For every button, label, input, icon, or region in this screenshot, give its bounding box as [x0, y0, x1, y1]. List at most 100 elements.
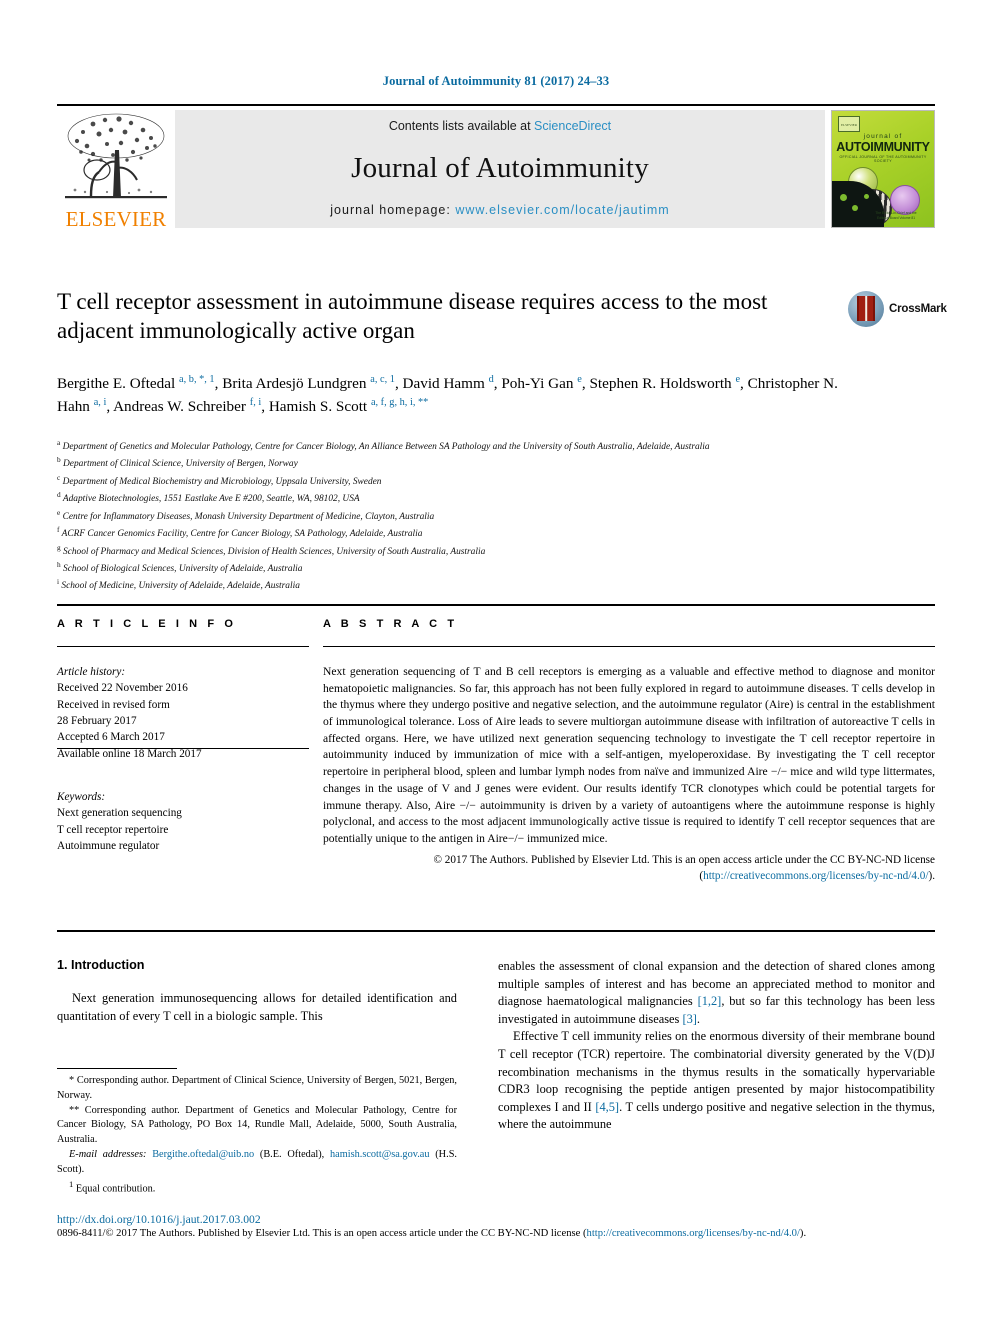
cover-elsevier-badge: ELSEVIER — [838, 116, 860, 132]
affiliation-item: d Adaptive Biotechnologies, 1551 Eastlak… — [57, 489, 887, 506]
keywords-label: Keywords: — [57, 791, 106, 804]
doi-link[interactable]: http://dx.doi.org/10.1016/j.jaut.2017.03… — [57, 1213, 937, 1226]
keyword-1: T cell receptor repertoire — [57, 823, 169, 836]
contents-available-line: Contents lists available at ScienceDirec… — [389, 119, 611, 133]
sciencedirect-link[interactable]: ScienceDirect — [534, 119, 611, 133]
footnote-text-equal: Equal contribution. — [73, 1183, 156, 1195]
cover-dark-speck-2 — [852, 205, 858, 211]
author-name: Brita Ardesjö Lundgren — [222, 375, 371, 393]
cover-line2: AUTOIMMUNITY — [836, 140, 930, 154]
affiliation-text: Department of Clinical Science, Universi… — [60, 459, 298, 470]
affiliation-text: School of Medicine, University of Adelai… — [59, 581, 300, 592]
contents-cell: Contents lists available at ScienceDirec… — [175, 110, 825, 228]
history-item-2: 28 February 2017 — [57, 715, 137, 728]
cover-dark-speck-1 — [840, 194, 847, 201]
cover-dark-speck-3 — [864, 194, 869, 199]
journal-cover-art: ELSEVIER journal of AUTOIMMUNITY OFFICIA… — [831, 110, 935, 228]
running-head: Journal of Autoimmunity 81 (2017) 24–33 — [382, 74, 610, 88]
keywords-block: Keywords: Next generation sequencing T c… — [57, 789, 309, 854]
author-name: Hamish S. Scott — [268, 398, 371, 416]
affiliation-item: g School of Pharmacy and Medical Science… — [57, 542, 887, 559]
affiliation-text: School of Pharmacy and Medical Sciences,… — [60, 546, 486, 557]
issn-prefix: 0896-8411/© 2017 The Authors. Published … — [57, 1228, 587, 1239]
email-label: E-mail addresses: — [69, 1149, 147, 1161]
crossmark-label: CrossMark — [889, 303, 947, 315]
article-info-column: A R T I C L E I N F O Article history: R… — [57, 618, 309, 854]
journal-homepage-line: journal homepage: www.elsevier.com/locat… — [330, 203, 669, 217]
footnote-corresponding-2: ** Corresponding author. Department of G… — [57, 1104, 457, 1148]
elsevier-tree-icon — [65, 113, 167, 199]
issn-suffix: ). — [799, 1228, 807, 1239]
footer-license-link[interactable]: http://creativecommons.org/licenses/by-n… — [587, 1228, 800, 1239]
affiliation-item: b Department of Clinical Science, Univer… — [57, 454, 887, 471]
history-item-3: Accepted 6 March 2017 — [57, 731, 165, 744]
email-link-2[interactable]: hamish.scott@sa.gov.au — [330, 1149, 429, 1160]
article-info-heading: A R T I C L E I N F O — [57, 618, 237, 630]
affiliation-text: Adaptive Biotechnologies, 1551 Eastlake … — [60, 494, 360, 505]
keyword-2: Autoimmune regulator — [57, 840, 160, 853]
affiliation-item: h School of Biological Sciences, Univers… — [57, 559, 887, 576]
crossmark-icon — [848, 291, 884, 327]
citation-ref-4-5[interactable]: [4,5] — [595, 1100, 619, 1114]
homepage-prefix: journal homepage: — [330, 203, 456, 217]
intro-r1-c: . — [696, 1011, 701, 1026]
footnote-rule — [57, 1068, 177, 1069]
author-list: Bergithe E. Oftedal a, b, *, 1, Brita Ar… — [57, 372, 857, 419]
author-affiliation-marks: a, b, *, 1 — [179, 374, 215, 385]
affiliation-item: e Centre for Inflammatory Diseases, Mona… — [57, 507, 887, 524]
cover-line1: journal of — [863, 133, 903, 140]
elsevier-logo: ELSEVIER — [57, 106, 175, 232]
footnotes-block: * Corresponding author. Department of Cl… — [57, 1068, 457, 1197]
author-name: Bergithe E. Oftedal — [57, 375, 180, 393]
affiliation-text: ACRF Cancer Genomics Facility, Centre fo… — [59, 529, 423, 540]
affiliation-text: School of Biological Sciences, Universit… — [60, 564, 303, 575]
author-name: Stephen R. Holdsworth — [589, 375, 736, 393]
affiliation-item: i School of Medicine, University of Adel… — [57, 576, 887, 593]
affiliation-item: c Department of Medical Biochemistry and… — [57, 472, 887, 489]
abstract-heading: A B S T R A C T — [323, 618, 458, 630]
footnote-mark-2: ** — [69, 1104, 80, 1116]
copyright-license-link[interactable]: http://creativecommons.org/licenses/by-n… — [703, 870, 928, 882]
issn-license-line: 0896-8411/© 2017 The Authors. Published … — [57, 1228, 937, 1239]
journal-cover-thumbnail[interactable]: ELSEVIER journal of AUTOIMMUNITY OFFICIA… — [831, 110, 935, 228]
intro-paragraph-left-1: Next generation immunosequencing allows … — [57, 991, 457, 1023]
copyright-suffix: ). — [928, 869, 935, 882]
page-title: T cell receptor assessment in autoimmune… — [57, 289, 768, 343]
affiliation-text: Centre for Inflammatory Diseases, Monash… — [60, 511, 435, 522]
cover-subtitle: OFFICIAL JOURNAL OF THE AUTOIMMUNITY SOC… — [839, 155, 927, 163]
footnote-corresponding-1: * Corresponding author. Department of Cl… — [57, 1074, 457, 1104]
history-item-0: Received 22 November 2016 — [57, 682, 188, 695]
affiliation-list: a Department of Genetics and Molecular P… — [57, 437, 887, 594]
author-separator: , — [394, 375, 403, 393]
crossmark-badge[interactable]: CrossMark — [848, 287, 947, 331]
article-history-block: Article history: Received 22 November 20… — [57, 664, 309, 762]
history-item-4: Available online 18 March 2017 — [57, 747, 202, 760]
footnote-emails: E-mail addresses: Bergithe.oftedal@uib.n… — [57, 1148, 457, 1178]
author-affiliation-marks: a, f, g, h, i, ** — [370, 397, 429, 409]
intro-paragraph-right-2: Effective T cell immunity relies on the … — [498, 1028, 935, 1134]
email-owner-1: (B.E. Oftedal), — [254, 1149, 331, 1161]
journal-name: Journal of Autoimmunity — [351, 151, 649, 184]
footnote-text-2: Corresponding author. Department of Gene… — [57, 1104, 457, 1146]
journal-homepage-link[interactable]: www.elsevier.com/locate/jautimm — [455, 203, 669, 217]
author-affiliation-marks: a, i — [93, 397, 107, 409]
author-name: David Hamm — [402, 375, 489, 393]
intro-right-column: enables the assessment of clonal expansi… — [498, 958, 935, 1134]
footer-block: http://dx.doi.org/10.1016/j.jaut.2017.03… — [57, 1213, 937, 1239]
info-top-rule — [57, 604, 935, 606]
affiliation-text: Department of Genetics and Molecular Pat… — [60, 442, 710, 453]
history-item-1: Received in revised form — [57, 698, 170, 711]
footnote-equal-contribution: 1 Equal contribution. — [57, 1178, 457, 1197]
citation-ref-3[interactable]: [3] — [682, 1012, 696, 1026]
keyword-0: Next generation sequencing — [57, 807, 182, 820]
affiliation-text: Department of Medical Biochemistry and M… — [60, 476, 382, 487]
abstract-text: Next generation sequencing of T and B ce… — [323, 665, 935, 845]
author-separator: , — [261, 398, 269, 416]
section-heading-introduction: 1. Introduction — [57, 958, 145, 972]
email-link-1[interactable]: Bergithe.oftedal@uib.no — [152, 1149, 254, 1160]
intro-paragraph-right-1: enables the assessment of clonal expansi… — [498, 958, 935, 1028]
citation-ref-1-2[interactable]: [1,2] — [698, 994, 722, 1008]
author-name: Andreas W. Schreiber — [113, 398, 250, 416]
author-affiliation-marks: a, c, 1 — [370, 374, 395, 385]
article-history-label: Article history: — [57, 666, 126, 678]
